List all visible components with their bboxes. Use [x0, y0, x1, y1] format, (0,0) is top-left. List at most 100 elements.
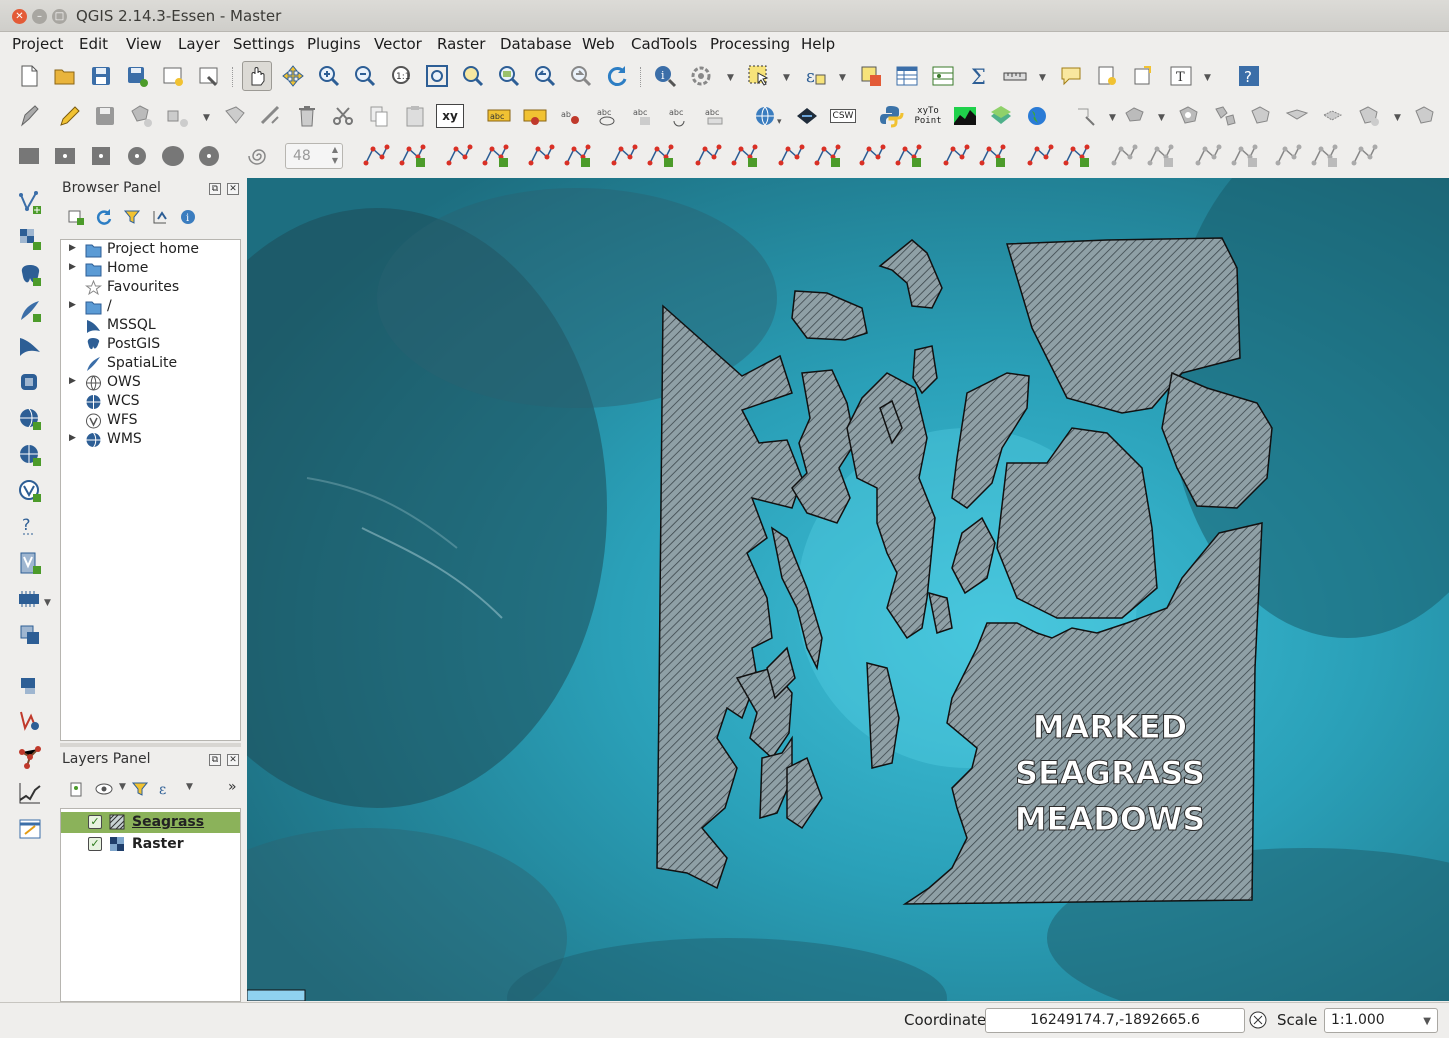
zoom-out-icon[interactable]	[350, 61, 380, 91]
spin-down-icon[interactable]: ▼	[332, 156, 338, 165]
field-calculator-icon[interactable]	[928, 61, 958, 91]
rectangle-icon[interactable]	[14, 141, 44, 171]
add-delimited-text-icon[interactable]: ?	[15, 512, 45, 542]
add-ring-icon[interactable]	[1174, 101, 1204, 131]
spin-up-icon[interactable]: ▲	[332, 145, 338, 154]
text-annotation-icon[interactable]: T	[1166, 61, 1196, 91]
spiral-icon[interactable]	[242, 141, 272, 171]
float-panel-icon[interactable]: ⧉	[209, 183, 221, 195]
digitize-tool-icon[interactable]	[482, 144, 509, 168]
pin-labels-icon[interactable]: ab	[556, 101, 586, 131]
maximize-window-button[interactable]: □	[52, 9, 67, 24]
browser-item[interactable]: PostGIS	[61, 336, 239, 355]
zoom-in-icon[interactable]	[314, 61, 344, 91]
digitize-tool-icon[interactable]	[1195, 144, 1222, 166]
filter-by-expression-icon[interactable]: ε	[157, 780, 175, 798]
xy-tool-icon[interactable]: xy	[436, 104, 464, 128]
panel-splitter[interactable]	[60, 743, 241, 747]
digitize-tool-icon[interactable]	[1147, 144, 1174, 168]
digitize-tool-icon[interactable]	[778, 144, 805, 166]
digitize-tool-icon[interactable]	[528, 144, 555, 166]
edit-node-icon[interactable]	[256, 101, 286, 131]
delete-selected-icon[interactable]	[292, 101, 322, 131]
digitize-tool-icon[interactable]	[1311, 144, 1338, 168]
expand-arrow-icon[interactable]: ▶	[69, 262, 76, 272]
deselect-features-icon[interactable]	[856, 61, 886, 91]
zoom-last-icon[interactable]	[530, 61, 560, 91]
new-bookmark-icon[interactable]	[1092, 61, 1122, 91]
metasearch-icon[interactable]	[750, 101, 780, 131]
layer-visibility-checkbox[interactable]: ✓	[88, 815, 102, 829]
chevron-down-icon[interactable]: ▼	[839, 73, 846, 83]
browser-item[interactable]: WCS	[61, 393, 239, 412]
chevron-down-icon[interactable]: ▼	[1423, 1010, 1431, 1033]
globe-icon[interactable]	[1022, 101, 1052, 131]
delete-ring-icon[interactable]	[1282, 101, 1312, 131]
chevron-down-icon[interactable]: ▼	[1158, 113, 1165, 123]
more-tools-icon[interactable]: »	[228, 779, 237, 795]
add-temporary-layer-icon[interactable]	[15, 706, 45, 736]
add-wfs-layer-icon[interactable]	[15, 476, 45, 506]
menu-help[interactable]: Help	[801, 35, 835, 53]
move-feature-icon[interactable]	[162, 101, 192, 131]
chevron-down-icon[interactable]: ▾	[777, 117, 782, 127]
browser-tree[interactable]: ▶ Project home ▶ Home Favourites ▶ / MSSQL PostG…	[60, 239, 241, 741]
select-features-icon[interactable]	[744, 61, 774, 91]
pan-map-icon[interactable]	[242, 61, 272, 91]
refresh-icon[interactable]	[95, 208, 113, 226]
statistical-summary-icon[interactable]: Σ	[964, 61, 994, 91]
chevron-down-icon[interactable]: ▼	[1039, 73, 1046, 83]
browser-item[interactable]: MSSQL	[61, 317, 239, 336]
select-by-expression-icon[interactable]: ε	[800, 61, 830, 91]
add-wcs-layer-icon[interactable]	[15, 440, 45, 470]
python-console-icon[interactable]	[876, 101, 906, 131]
layers-tree[interactable]: ✓ Seagrass ✓ Raster	[60, 808, 241, 1002]
zoom-to-selection-icon[interactable]	[458, 61, 488, 91]
menu-edit[interactable]: Edit	[79, 35, 108, 53]
label-icon[interactable]: abc	[484, 101, 514, 131]
save-project-icon[interactable]	[86, 61, 116, 91]
close-panel-icon[interactable]: ✕	[227, 183, 239, 195]
chevron-down-icon[interactable]: ▼	[727, 73, 734, 83]
browser-item[interactable]: ▶ Home	[61, 260, 239, 279]
node-tool-icon[interactable]	[220, 101, 250, 131]
add-vector-layer-icon[interactable]	[15, 188, 45, 218]
cut-features-icon[interactable]	[328, 101, 358, 131]
add-postgis-layer-icon[interactable]	[15, 260, 45, 290]
add-group-icon[interactable]	[67, 780, 85, 798]
add-part-icon[interactable]	[1210, 101, 1240, 131]
new-project-icon[interactable]	[14, 61, 44, 91]
menu-vector[interactable]: Vector	[374, 35, 422, 53]
layer-labeling-icon[interactable]	[520, 101, 550, 131]
map-tips-icon[interactable]	[1056, 61, 1086, 91]
manage-visibility-icon[interactable]	[95, 780, 117, 798]
expand-arrow-icon[interactable]: ▶	[69, 376, 76, 386]
measure-line-icon[interactable]	[1000, 61, 1030, 91]
expand-arrow-icon[interactable]: ▶	[69, 433, 76, 443]
pan-to-selection-icon[interactable]	[278, 61, 308, 91]
zoom-native-icon[interactable]: 1:1	[386, 61, 416, 91]
add-mssql-layer-icon[interactable]	[15, 332, 45, 362]
menu-database[interactable]: Database	[500, 35, 572, 53]
menu-settings[interactable]: Settings	[233, 35, 295, 53]
toggle-extents-icon[interactable]	[1248, 1010, 1268, 1030]
new-print-composer-icon[interactable]	[158, 61, 188, 91]
digitize-tool-icon[interactable]	[399, 144, 426, 168]
chevron-down-icon[interactable]: ▼	[1394, 113, 1401, 123]
save-layer-edits-icon[interactable]	[90, 101, 120, 131]
digitize-tool-icon[interactable]	[895, 144, 922, 168]
simplify-feature-icon[interactable]	[1120, 101, 1150, 131]
digitize-tool-icon[interactable]	[695, 144, 722, 166]
digitize-tool-icon[interactable]	[1351, 144, 1378, 166]
profile-tool-icon[interactable]	[950, 101, 980, 131]
coordinate-field[interactable]: 16249174.7,-1892665.6	[985, 1008, 1245, 1033]
menu-web[interactable]: Web	[582, 35, 615, 53]
menu-layer[interactable]: Layer	[178, 35, 220, 53]
digitize-tool-icon[interactable]	[731, 144, 758, 168]
network-analysis-icon[interactable]	[15, 742, 45, 772]
new-gpx-layer-icon[interactable]	[15, 670, 45, 700]
processing-toolbox-icon[interactable]	[792, 101, 822, 131]
add-layers-icon[interactable]	[67, 208, 85, 226]
edit-notes-icon[interactable]	[15, 814, 45, 844]
chevron-down-icon[interactable]: ▼	[186, 782, 193, 792]
